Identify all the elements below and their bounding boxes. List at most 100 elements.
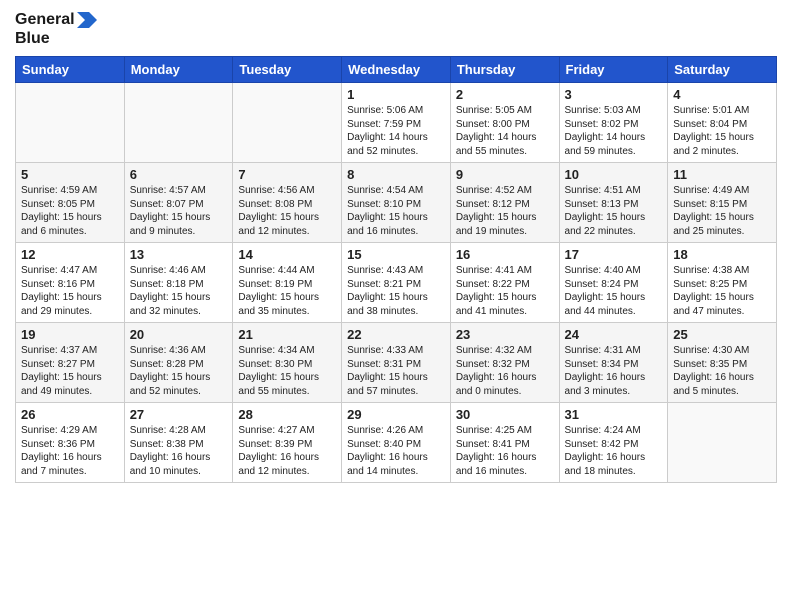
day-info: Sunrise: 4:38 AM Sunset: 8:25 PM Dayligh… (673, 264, 771, 318)
day-number: 3 (565, 87, 663, 102)
day-info: Sunrise: 5:03 AM Sunset: 8:02 PM Dayligh… (565, 104, 663, 158)
day-number: 14 (238, 247, 336, 262)
day-number: 12 (21, 247, 119, 262)
day-info: Sunrise: 4:51 AM Sunset: 8:13 PM Dayligh… (565, 184, 663, 238)
calendar-day-header: Saturday (668, 57, 777, 83)
calendar-cell: 23 Sunrise: 4:32 AM Sunset: 8:32 PM Dayli… (450, 323, 559, 403)
calendar-cell: 2 Sunrise: 5:05 AM Sunset: 8:00 PM Daylig… (450, 83, 559, 163)
day-number: 30 (456, 407, 554, 422)
calendar-cell: 30Sunrise: 4:25 AM Sunset: 8:41 PM Dayli… (450, 403, 559, 483)
day-number: 21 (238, 327, 336, 342)
calendar-cell: 24 Sunrise: 4:31 AM Sunset: 8:34 PM Dayli… (559, 323, 668, 403)
calendar-cell: 21 Sunrise: 4:34 AM Sunset: 8:30 PM Dayli… (233, 323, 342, 403)
calendar-day-header: Thursday (450, 57, 559, 83)
calendar-cell: 17 Sunrise: 4:40 AM Sunset: 8:24 PM Dayli… (559, 243, 668, 323)
calendar-cell: 13 Sunrise: 4:46 AM Sunset: 8:18 PM Dayli… (124, 243, 233, 323)
day-number: 25 (673, 327, 771, 342)
day-number: 31 (565, 407, 663, 422)
day-info: Sunrise: 4:56 AM Sunset: 8:08 PM Dayligh… (238, 184, 336, 238)
day-number: 15 (347, 247, 445, 262)
calendar-week-row: 12 Sunrise: 4:47 AM Sunset: 8:16 PM Dayli… (16, 243, 777, 323)
day-info: Sunrise: 4:29 AM Sunset: 8:36 PM Dayligh… (21, 424, 119, 478)
day-number: 19 (21, 327, 119, 342)
day-number: 7 (238, 167, 336, 182)
header: General Blue (15, 10, 777, 48)
calendar-day-header: Friday (559, 57, 668, 83)
calendar-day-header: Monday (124, 57, 233, 83)
day-number: 27 (130, 407, 228, 422)
calendar-cell (124, 83, 233, 163)
day-number: 28 (238, 407, 336, 422)
day-info: Sunrise: 4:34 AM Sunset: 8:30 PM Dayligh… (238, 344, 336, 398)
day-info: Sunrise: 4:54 AM Sunset: 8:10 PM Dayligh… (347, 184, 445, 238)
calendar-cell: 25 Sunrise: 4:30 AM Sunset: 8:35 PM Dayli… (668, 323, 777, 403)
day-info: Sunrise: 4:49 AM Sunset: 8:15 PM Dayligh… (673, 184, 771, 238)
day-info: Sunrise: 4:31 AM Sunset: 8:34 PM Dayligh… (565, 344, 663, 398)
calendar-cell: 14 Sunrise: 4:44 AM Sunset: 8:19 PM Dayli… (233, 243, 342, 323)
day-info: Sunrise: 4:33 AM Sunset: 8:31 PM Dayligh… (347, 344, 445, 398)
day-info: Sunrise: 4:32 AM Sunset: 8:32 PM Dayligh… (456, 344, 554, 398)
calendar-cell: 28 Sunrise: 4:27 AM Sunset: 8:39 PM Dayli… (233, 403, 342, 483)
day-info: Sunrise: 4:37 AM Sunset: 8:27 PM Dayligh… (21, 344, 119, 398)
day-info: Sunrise: 4:26 AM Sunset: 8:40 PM Dayligh… (347, 424, 445, 478)
calendar-cell: 18 Sunrise: 4:38 AM Sunset: 8:25 PM Dayli… (668, 243, 777, 323)
day-number: 10 (565, 167, 663, 182)
calendar-cell: 4Sunrise: 5:01 AM Sunset: 8:04 PM Daylig… (668, 83, 777, 163)
calendar-cell: 3 Sunrise: 5:03 AM Sunset: 8:02 PM Daylig… (559, 83, 668, 163)
day-number: 6 (130, 167, 228, 182)
calendar-cell: 10 Sunrise: 4:51 AM Sunset: 8:13 PM Dayli… (559, 163, 668, 243)
calendar-cell: 29 Sunrise: 4:26 AM Sunset: 8:40 PM Dayli… (342, 403, 451, 483)
day-info: Sunrise: 4:41 AM Sunset: 8:22 PM Dayligh… (456, 264, 554, 318)
calendar-cell: 26Sunrise: 4:29 AM Sunset: 8:36 PM Dayli… (16, 403, 125, 483)
calendar-week-row: 5Sunrise: 4:59 AM Sunset: 8:05 PM Daylig… (16, 163, 777, 243)
day-info: Sunrise: 5:06 AM Sunset: 7:59 PM Dayligh… (347, 104, 445, 158)
day-number: 18 (673, 247, 771, 262)
day-info: Sunrise: 4:40 AM Sunset: 8:24 PM Dayligh… (565, 264, 663, 318)
page: General Blue SundayMondayTuesdayWednesda… (0, 0, 792, 612)
day-number: 24 (565, 327, 663, 342)
day-info: Sunrise: 4:36 AM Sunset: 8:28 PM Dayligh… (130, 344, 228, 398)
calendar-table: SundayMondayTuesdayWednesdayThursdayFrid… (15, 56, 777, 483)
day-info: Sunrise: 4:43 AM Sunset: 8:21 PM Dayligh… (347, 264, 445, 318)
day-info: Sunrise: 4:46 AM Sunset: 8:18 PM Dayligh… (130, 264, 228, 318)
day-info: Sunrise: 4:30 AM Sunset: 8:35 PM Dayligh… (673, 344, 771, 398)
calendar-week-row: 19 Sunrise: 4:37 AM Sunset: 8:27 PM Dayli… (16, 323, 777, 403)
calendar-week-row: 26Sunrise: 4:29 AM Sunset: 8:36 PM Dayli… (16, 403, 777, 483)
day-number: 29 (347, 407, 445, 422)
day-info: Sunrise: 4:24 AM Sunset: 8:42 PM Dayligh… (565, 424, 663, 478)
calendar-cell (668, 403, 777, 483)
calendar-week-row: 1 Sunrise: 5:06 AM Sunset: 7:59 PM Daylig… (16, 83, 777, 163)
day-info: Sunrise: 4:44 AM Sunset: 8:19 PM Dayligh… (238, 264, 336, 318)
calendar-cell: 12 Sunrise: 4:47 AM Sunset: 8:16 PM Dayli… (16, 243, 125, 323)
calendar-cell: 9 Sunrise: 4:52 AM Sunset: 8:12 PM Daylig… (450, 163, 559, 243)
day-number: 4 (673, 87, 771, 102)
day-number: 9 (456, 167, 554, 182)
calendar-cell (16, 83, 125, 163)
calendar-cell: 5Sunrise: 4:59 AM Sunset: 8:05 PM Daylig… (16, 163, 125, 243)
day-number: 20 (130, 327, 228, 342)
calendar-cell (233, 83, 342, 163)
day-number: 17 (565, 247, 663, 262)
calendar-cell: 15 Sunrise: 4:43 AM Sunset: 8:21 PM Dayli… (342, 243, 451, 323)
day-info: Sunrise: 4:27 AM Sunset: 8:39 PM Dayligh… (238, 424, 336, 478)
calendar-cell: 16 Sunrise: 4:41 AM Sunset: 8:22 PM Dayli… (450, 243, 559, 323)
day-number: 22 (347, 327, 445, 342)
calendar-day-header: Sunday (16, 57, 125, 83)
calendar-day-header: Wednesday (342, 57, 451, 83)
logo: General Blue (15, 10, 97, 48)
calendar-cell: 11Sunrise: 4:49 AM Sunset: 8:15 PM Dayli… (668, 163, 777, 243)
day-number: 1 (347, 87, 445, 102)
day-number: 2 (456, 87, 554, 102)
calendar-header-row: SundayMondayTuesdayWednesdayThursdayFrid… (16, 57, 777, 83)
day-number: 13 (130, 247, 228, 262)
day-number: 23 (456, 327, 554, 342)
calendar-cell: 27Sunrise: 4:28 AM Sunset: 8:38 PM Dayli… (124, 403, 233, 483)
calendar-cell: 8Sunrise: 4:54 AM Sunset: 8:10 PM Daylig… (342, 163, 451, 243)
day-info: Sunrise: 4:47 AM Sunset: 8:16 PM Dayligh… (21, 264, 119, 318)
day-info: Sunrise: 5:05 AM Sunset: 8:00 PM Dayligh… (456, 104, 554, 158)
calendar-cell: 6Sunrise: 4:57 AM Sunset: 8:07 PM Daylig… (124, 163, 233, 243)
calendar-cell: 20 Sunrise: 4:36 AM Sunset: 8:28 PM Dayli… (124, 323, 233, 403)
calendar-day-header: Tuesday (233, 57, 342, 83)
day-info: Sunrise: 4:52 AM Sunset: 8:12 PM Dayligh… (456, 184, 554, 238)
day-number: 16 (456, 247, 554, 262)
